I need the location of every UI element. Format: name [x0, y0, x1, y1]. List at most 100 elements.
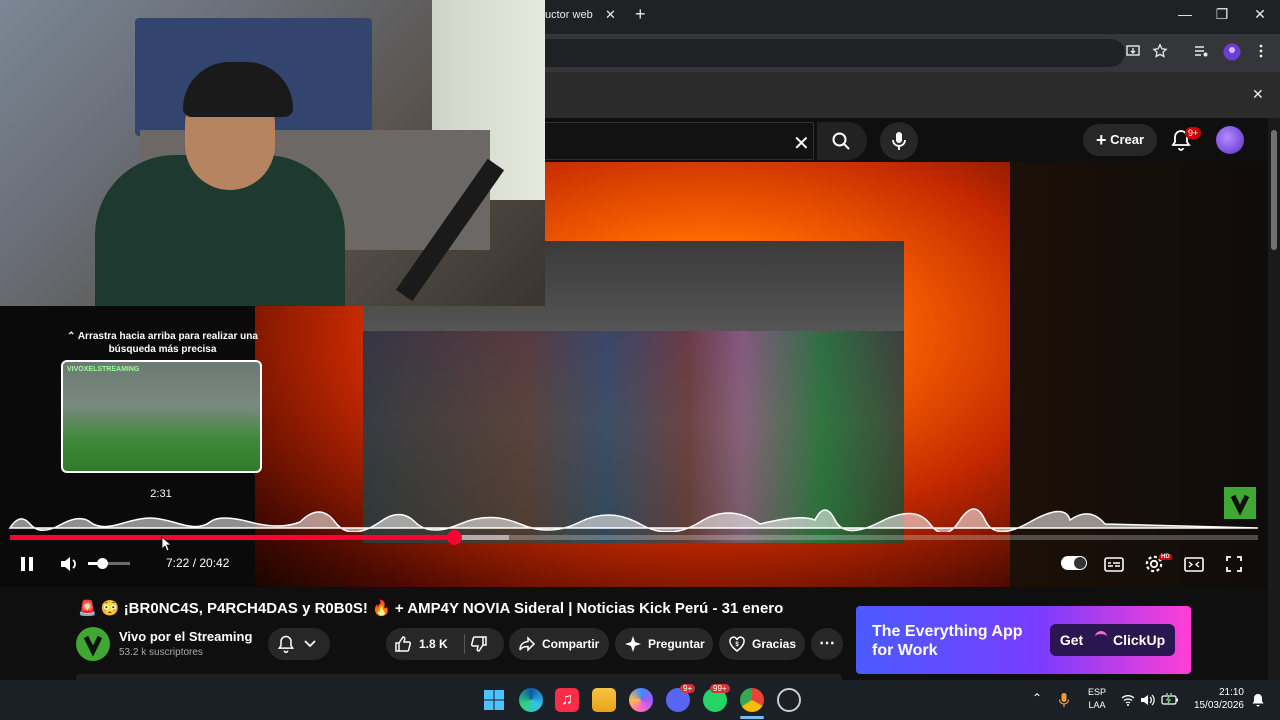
streamer-webcam-overlay — [0, 0, 545, 306]
scrollbar-thumb[interactable] — [1271, 130, 1277, 250]
battery-charging-icon[interactable] — [1161, 692, 1179, 706]
like-button[interactable]: 1.8 K — [386, 628, 464, 660]
volume-icon[interactable] — [58, 552, 80, 576]
clear-search-icon[interactable]: ✕ — [793, 131, 810, 156]
subtitles-icon[interactable] — [1103, 552, 1125, 576]
thumbs-down-icon[interactable] — [470, 635, 488, 653]
share-button[interactable]: Compartir — [509, 628, 609, 660]
ad-headline: The Everything App for Work — [872, 623, 1023, 659]
mouse-cursor-icon — [161, 536, 173, 552]
video-title: 🚨 😳 ¡BR0NC4S, P4RCH4DAS y R0B0S! 🔥 + AMP… — [78, 600, 784, 617]
wifi-icon[interactable] — [1121, 693, 1135, 707]
apple-music-icon[interactable]: ♫ — [555, 688, 579, 712]
create-button[interactable]: + Crear — [1083, 124, 1157, 156]
search-button[interactable] — [817, 122, 867, 160]
browser-toolbar — [545, 34, 1280, 72]
ad-cta-button[interactable]: Get ClickUp — [1050, 624, 1175, 656]
pause-icon[interactable] — [18, 552, 36, 576]
seek-preview-thumbnail: VIVOXELSTREAMING — [61, 360, 262, 473]
time-display: 7:22 / 20:42 — [166, 556, 230, 570]
address-bar[interactable] — [545, 39, 1125, 67]
clickup-logo-icon — [1095, 631, 1108, 644]
like-dislike-group: 1.8 K — [386, 628, 504, 660]
thanks-label: Gracias — [752, 637, 797, 651]
svg-text:$: $ — [735, 642, 739, 648]
like-count: 1.8 K — [419, 637, 448, 651]
volume-slider-handle[interactable] — [96, 558, 108, 569]
progress-bar[interactable] — [10, 535, 1258, 540]
microphone-icon — [892, 132, 906, 150]
channel-avatar[interactable] — [76, 627, 110, 661]
new-tab-button[interactable]: + — [635, 4, 646, 25]
install-app-icon[interactable] — [1122, 43, 1144, 65]
share-icon — [519, 636, 536, 652]
recording-app-icon[interactable] — [777, 688, 801, 712]
ad-cta-label: Get — [1059, 632, 1084, 648]
input-language-indicator[interactable]: ESP LAA — [1088, 686, 1106, 712]
heart-dollar-icon: $ — [729, 636, 745, 652]
ask-label: Preguntar — [648, 637, 705, 651]
notification-center-icon[interactable] — [1251, 693, 1265, 707]
clock-time: 21:10 — [1218, 687, 1244, 698]
hd-quality-badge: HD — [1159, 554, 1172, 560]
youtube-header: ✕ + Crear 9+ — [545, 118, 1280, 162]
progress-played — [10, 535, 455, 540]
speaker-icon[interactable] — [1140, 693, 1156, 707]
audio-waveform — [8, 508, 1259, 532]
search-input[interactable]: ✕ — [545, 122, 814, 160]
plus-icon: + — [1095, 130, 1107, 150]
system-clock[interactable]: 21:10 15/03/2026 — [1188, 686, 1244, 712]
volume-slider[interactable] — [88, 562, 130, 565]
notifications-badge: 9+ — [1185, 127, 1202, 139]
clock-date: 15/03/2026 — [1193, 700, 1244, 711]
account-avatar[interactable] — [1216, 126, 1244, 154]
chrome-menu-icon[interactable] — [1250, 43, 1272, 65]
tab-close-icon[interactable]: ✕ — [605, 7, 616, 23]
ask-button[interactable]: Preguntar — [615, 628, 713, 660]
sparkle-icon — [625, 636, 641, 652]
create-label: Crear — [1110, 132, 1145, 147]
autoplay-toggle[interactable] — [1061, 556, 1087, 570]
fullscreen-icon[interactable] — [1223, 552, 1245, 576]
more-actions-button[interactable]: ⋯ — [811, 628, 843, 660]
restore-button[interactable]: ❐ — [1207, 6, 1237, 23]
subscriber-count: 53.2 k suscriptores — [119, 647, 203, 658]
window-close-button[interactable]: ✕ — [1245, 6, 1275, 23]
windows-start-icon[interactable] — [482, 688, 506, 712]
minimize-button[interactable]: — — [1170, 6, 1200, 22]
theater-mode-icon[interactable] — [1183, 552, 1205, 576]
bell-icon — [277, 635, 295, 654]
show-hidden-icons-chevron-icon[interactable]: ⌃ — [1032, 691, 1042, 705]
voice-search-button[interactable] — [880, 122, 918, 160]
subscribed-notifications-button[interactable] — [268, 628, 330, 660]
preview-channel-tag: VIVOXELSTREAMING — [67, 366, 140, 373]
infobar-close-icon[interactable]: ✕ — [1252, 86, 1264, 103]
browser-tab-strip: uctor web ✕ + — ❐ ✕ — [545, 0, 1280, 34]
thanks-button[interactable]: $ Gracias — [719, 628, 805, 660]
autoplay-toggle-knob — [1074, 557, 1086, 569]
profile-avatar[interactable] — [1221, 43, 1243, 65]
channel-name[interactable]: Vivo por el Streaming — [119, 629, 252, 644]
thumbs-up-icon — [395, 636, 412, 652]
ad-brand: ClickUp — [1113, 632, 1166, 648]
search-icon — [832, 132, 850, 150]
whatsapp-badge: 99+ — [710, 684, 730, 693]
language-code: ESP — [1088, 687, 1107, 697]
browser-tab-title[interactable]: uctor web — [545, 9, 593, 21]
clickup-ad-banner[interactable]: The Everything App for Work Get ClickUp — [856, 606, 1191, 674]
drag-search-hint: ⌃ Arrastra hacia arriba para realizar un… — [67, 331, 258, 355]
bookmark-star-icon[interactable] — [1149, 43, 1171, 65]
browser-infobar: ✕ — [545, 72, 1280, 118]
discord-badge: 9+ — [680, 684, 696, 693]
active-app-indicator — [740, 716, 764, 719]
share-label: Compartir — [542, 637, 600, 651]
copilot-icon[interactable] — [629, 688, 653, 712]
tray-microphone-icon[interactable] — [1058, 692, 1070, 708]
edge-icon[interactable] — [519, 688, 543, 712]
chrome-icon[interactable] — [740, 688, 764, 712]
page-scrollbar[interactable] — [1268, 118, 1280, 680]
media-control-icon[interactable] — [1190, 43, 1212, 65]
keyboard-layout: LAA — [1088, 700, 1106, 710]
file-explorer-icon[interactable] — [592, 688, 616, 712]
chevron-down-icon — [304, 640, 316, 648]
